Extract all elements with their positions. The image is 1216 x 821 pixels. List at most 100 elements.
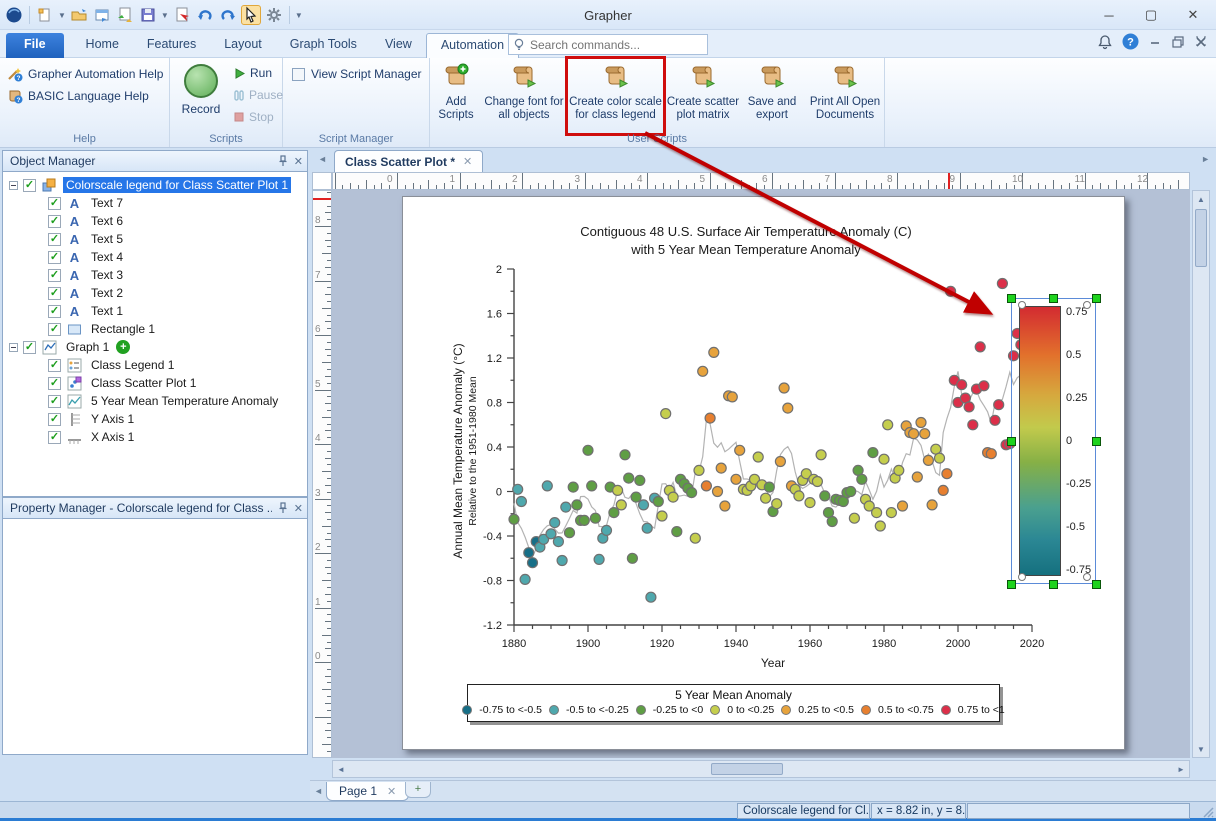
search-input[interactable] — [530, 38, 703, 52]
scroll-up-icon[interactable]: ▲ — [1193, 191, 1209, 207]
visibility-checkbox[interactable]: ✓ — [48, 395, 61, 408]
ribbon-tab-graph-tools[interactable]: Graph Tools — [276, 33, 371, 58]
close-window-icon[interactable] — [1194, 35, 1208, 49]
horizontal-scrollbar[interactable]: ◄ ► — [332, 760, 1190, 778]
tree-item-x-axis-1[interactable]: ✓ X Axis 1 — [3, 428, 307, 446]
scroll-left-icon[interactable]: ◄ — [333, 761, 349, 777]
scroll-down-icon[interactable]: ▼ — [1193, 741, 1209, 757]
add-plot-icon[interactable]: + — [116, 340, 130, 354]
tree-item-text-2[interactable]: ✓ A Text 2 — [3, 284, 307, 302]
tree-item-rectangle-1[interactable]: ✓ Rectangle 1 — [3, 320, 307, 338]
tree-item-5-year-mean-temperature-anomaly[interactable]: ✓ 5 Year Mean Temperature Anomaly — [3, 392, 307, 410]
visibility-checkbox[interactable]: ✓ — [48, 215, 61, 228]
drawing-canvas[interactable]: Contiguous 48 U.S. Surface Air Temperatu… — [332, 190, 1190, 758]
expander-icon[interactable] — [9, 343, 18, 352]
resize-grip[interactable] — [1202, 806, 1214, 818]
tree-item-colorscale-legend-for-class-scatter-plot-1[interactable]: ✓ Colorscale legend for Class Scatter Pl… — [3, 176, 307, 194]
tab-scroll-left-icon[interactable]: ◄ — [318, 154, 327, 164]
app-menu-icon[interactable] — [4, 5, 24, 25]
visibility-checkbox[interactable]: ✓ — [48, 197, 61, 210]
qat-more-icon[interactable]: ▼ — [295, 11, 303, 20]
user-script-create-color-scale-for-class-legend[interactable]: Create color scale for class legend — [568, 59, 663, 133]
restore-window-icon[interactable] — [1171, 35, 1185, 49]
notifications-bell-icon[interactable] — [1097, 34, 1113, 50]
dropdown-caret-icon[interactable]: ▼ — [161, 11, 169, 20]
selection-handle[interactable] — [1092, 294, 1101, 303]
visibility-checkbox[interactable]: ✓ — [48, 305, 61, 318]
ribbon-tab-file[interactable]: File — [6, 33, 64, 58]
close-page-icon[interactable]: ✕ — [387, 785, 396, 798]
visibility-checkbox[interactable]: ✓ — [48, 251, 61, 264]
colorscale-gradient-bar[interactable] — [1019, 306, 1061, 576]
tab-scroll-right-icon[interactable]: ► — [1201, 154, 1210, 164]
dropdown-caret-icon[interactable]: ▼ — [58, 11, 66, 20]
rotation-handle[interactable] — [1083, 301, 1091, 309]
tree-item-text-4[interactable]: ✓ A Text 4 — [3, 248, 307, 266]
tree-item-graph-1[interactable]: ✓ Graph 1 + — [3, 338, 307, 356]
horizontal-scroll-thumb[interactable] — [711, 763, 783, 775]
maximize-button[interactable]: ▢ — [1134, 3, 1168, 27]
tree-item-text-5[interactable]: ✓ A Text 5 — [3, 230, 307, 248]
close-panel-icon[interactable]: ✕ — [294, 155, 303, 168]
pin-icon[interactable] — [278, 502, 288, 514]
ribbon-tab-features[interactable]: Features — [133, 33, 210, 58]
open-icon[interactable] — [69, 5, 89, 25]
pin-icon[interactable] — [278, 155, 288, 167]
user-script-save-and-export[interactable]: Save and export — [743, 59, 801, 133]
tree-item-y-axis-1[interactable]: ✓ Y Axis 1 — [3, 410, 307, 428]
run-button[interactable]: Run — [234, 66, 272, 80]
rotation-handle[interactable] — [1018, 301, 1026, 309]
close-button[interactable]: ✕ — [1176, 3, 1210, 27]
minimize-button[interactable]: ─ — [1092, 3, 1126, 27]
rotation-handle[interactable] — [1083, 573, 1091, 581]
user-script-add-scripts[interactable]: Add Scripts — [432, 59, 480, 133]
visibility-checkbox[interactable]: ✓ — [48, 269, 61, 282]
selection-handle[interactable] — [1049, 580, 1058, 589]
open-in-window-icon[interactable] — [92, 5, 112, 25]
page-tab[interactable]: Page 1 ✕ — [326, 782, 409, 801]
selection-handle[interactable] — [1092, 437, 1101, 446]
close-tab-icon[interactable]: ✕ — [463, 155, 472, 168]
visibility-checkbox[interactable]: ✓ — [48, 287, 61, 300]
export-icon[interactable] — [172, 5, 192, 25]
import-icon[interactable] — [115, 5, 135, 25]
view-script-manager-checkbox[interactable]: View Script Manager — [292, 67, 422, 81]
add-page-tab[interactable]: + — [405, 782, 431, 798]
minimize-ribbon-icon[interactable] — [1148, 35, 1162, 49]
tree-item-text-7[interactable]: ✓ A Text 7 — [3, 194, 307, 212]
vertical-scrollbar[interactable]: ▲ ▼ — [1192, 190, 1210, 758]
selection-handle[interactable] — [1092, 580, 1101, 589]
more-icon[interactable] — [306, 5, 326, 25]
selection-handle[interactable] — [1007, 437, 1016, 446]
selection-handle[interactable] — [1007, 580, 1016, 589]
options-icon[interactable] — [264, 5, 284, 25]
help-icon[interactable]: ? — [1122, 33, 1139, 50]
tree-item-text-1[interactable]: ✓ A Text 1 — [3, 302, 307, 320]
document-tab[interactable]: Class Scatter Plot * ✕ — [334, 150, 483, 172]
visibility-checkbox[interactable]: ✓ — [48, 359, 61, 372]
command-search[interactable] — [508, 34, 708, 55]
scroll-right-icon[interactable]: ► — [1173, 761, 1189, 777]
visibility-checkbox[interactable]: ✓ — [48, 323, 61, 336]
page-tab-scroll-left-icon[interactable]: ◄ — [314, 786, 323, 796]
pointer-tool-icon[interactable] — [241, 5, 261, 25]
visibility-checkbox[interactable]: ✓ — [48, 431, 61, 444]
grapher-automation-help-button[interactable]: ? Grapher Automation Help — [7, 66, 163, 82]
user-script-print-all-open-documents[interactable]: Print All Open Documents — [803, 59, 887, 133]
expander-icon[interactable] — [9, 181, 18, 190]
ribbon-tab-layout[interactable]: Layout — [210, 33, 276, 58]
basic-language-help-button[interactable]: ? BASIC Language Help — [7, 88, 149, 104]
new-document-icon[interactable] — [35, 5, 55, 25]
rotation-handle[interactable] — [1018, 573, 1026, 581]
visibility-checkbox[interactable]: ✓ — [23, 341, 36, 354]
undo-icon[interactable] — [195, 5, 215, 25]
ribbon-tab-automation[interactable]: Automation — [426, 33, 519, 58]
redo-icon[interactable] — [218, 5, 238, 25]
tree-item-text-6[interactable]: ✓ A Text 6 — [3, 212, 307, 230]
visibility-checkbox[interactable]: ✓ — [48, 413, 61, 426]
ribbon-tab-home[interactable]: Home — [72, 33, 133, 58]
record-button[interactable] — [184, 64, 218, 98]
visibility-checkbox[interactable]: ✓ — [48, 377, 61, 390]
ribbon-tab-view[interactable]: View — [371, 33, 426, 58]
visibility-checkbox[interactable]: ✓ — [48, 233, 61, 246]
